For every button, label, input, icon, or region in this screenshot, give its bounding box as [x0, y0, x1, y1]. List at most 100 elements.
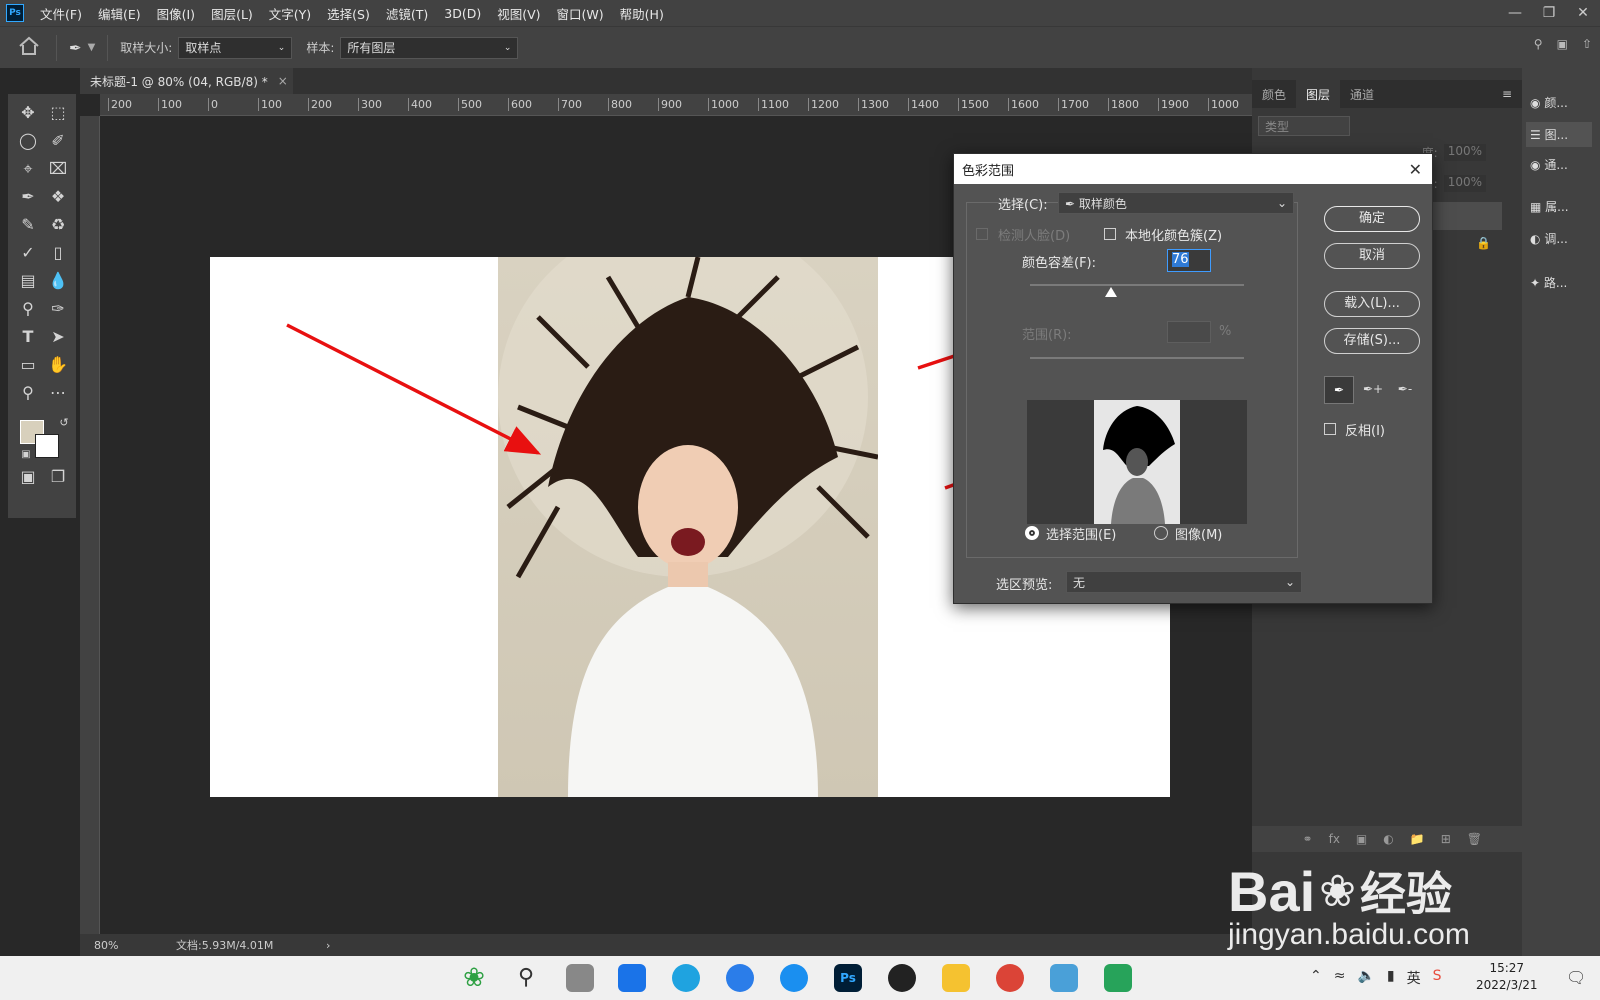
ime-indicator[interactable]: 英	[1407, 968, 1421, 988]
clock-date[interactable]: 2022/3/21	[1476, 977, 1538, 994]
ok-button[interactable]: 确定	[1324, 206, 1420, 232]
file-explorer-icon[interactable]	[942, 964, 970, 992]
eyedropper-sample-icon[interactable]: ✒	[1324, 376, 1354, 404]
eyedropper-subtract-icon[interactable]: ✒-	[1390, 376, 1420, 404]
preview-label: 选区预览:	[996, 578, 1053, 593]
palette-icon: ◉	[1530, 96, 1541, 110]
start-icon[interactable]: ❀	[460, 964, 488, 992]
search-icon[interactable]: ⚲	[512, 964, 540, 992]
properties-icon: ▦	[1530, 200, 1542, 214]
fx-icon[interactable]: fx	[1329, 832, 1340, 846]
fuzziness-slider-track[interactable]	[1030, 284, 1244, 286]
layers-icon: ☰	[1530, 128, 1541, 142]
localized-clusters-label: 本地化颜色簇(Z)	[1125, 229, 1223, 244]
edge-icon[interactable]	[672, 964, 700, 992]
panel-menu-icon[interactable]: ≡	[1502, 87, 1512, 101]
fuzziness-slider-thumb[interactable]	[1105, 287, 1118, 297]
range-slider-track	[1030, 357, 1244, 359]
fill-value[interactable]: 100%	[1443, 175, 1486, 192]
volume-icon[interactable]: 🔈	[1357, 968, 1374, 988]
tab-layers[interactable]: 图层	[1296, 79, 1341, 109]
fuzziness-input[interactable]: 76	[1167, 249, 1211, 272]
selection-radio[interactable]	[1025, 526, 1039, 540]
tab-channels[interactable]: 通道	[1340, 86, 1384, 103]
detect-faces-checkbox[interactable]	[976, 228, 988, 240]
load-button[interactable]: 载入(L)...	[1324, 291, 1420, 317]
adjustment-icon[interactable]: ◐	[1383, 832, 1393, 846]
mail-icon[interactable]	[1104, 964, 1132, 992]
wifi-icon[interactable]: ≈	[1334, 968, 1346, 988]
zoom-level[interactable]: 80%	[94, 939, 164, 952]
select-dropdown[interactable]: ✒ 取样颜色 ⌄	[1058, 192, 1294, 214]
arrow-to-hair	[286, 323, 542, 455]
side-item-layers[interactable]: ☰ 图...	[1526, 122, 1592, 147]
fuzziness-label: 颜色容差(F):	[1022, 256, 1097, 271]
collapsed-panels: ◉ 颜... ☰ 图... ◉ 通... ▦ 属... ◐ 调... ✦ 路..…	[1522, 68, 1600, 956]
side-item-adjustments[interactable]: ◐ 调...	[1530, 230, 1568, 247]
watermark-url: jingyan.baidu.com	[1228, 918, 1470, 951]
watermark-brand-cn: 经验	[1360, 868, 1453, 920]
layer-filter-select[interactable]: 类型	[1258, 116, 1350, 136]
mask-icon[interactable]: ▣	[1356, 832, 1367, 846]
notification-icon[interactable]: 🗨	[1566, 968, 1586, 987]
lock-icon: 🔒	[1476, 236, 1491, 250]
paw-icon: ❀	[1319, 866, 1357, 916]
battery-icon[interactable]: ▮	[1387, 968, 1395, 988]
channels-icon: ◉	[1530, 158, 1541, 172]
notepad-icon[interactable]	[1050, 964, 1078, 992]
eyedropper-add-icon[interactable]: ✒+	[1358, 376, 1388, 404]
tray-chevron-icon[interactable]: ⌃	[1310, 968, 1322, 988]
cancel-button[interactable]: 取消	[1324, 243, 1420, 269]
eyedropper-icon: ✒	[1065, 196, 1076, 211]
range-label: 范围(R):	[1022, 328, 1072, 343]
fuzziness-value: 76	[1172, 252, 1189, 267]
dialog-titlebar: 色彩范围 ✕	[954, 154, 1432, 184]
clock-time[interactable]: 15:27	[1476, 960, 1538, 977]
side-item-color[interactable]: ◉ 颜...	[1530, 94, 1568, 111]
adjustments-icon: ◐	[1530, 232, 1541, 246]
feishu-icon[interactable]	[726, 964, 754, 992]
doc-info: 文档:5.93M/4.01M	[176, 939, 274, 952]
detect-faces-label: 检测人脸(D)	[998, 229, 1071, 244]
widgets-icon[interactable]	[618, 964, 646, 992]
folder-icon[interactable]: 📁	[1410, 832, 1425, 846]
windows-taskbar: ❀ ⚲ Ps ⌃ ≈ 🔈 ▮ 英 S 15:27 2022/3/21 🗨	[0, 956, 1600, 1000]
link-layers-icon[interactable]: ⚭	[1303, 832, 1313, 846]
watermark-brand: Bai	[1228, 859, 1316, 923]
baidu-watermark: Bai ❀ 经验 jingyan.baidu.com	[1228, 858, 1470, 952]
dialog-title: 色彩范围	[962, 163, 1015, 179]
opacity-value[interactable]: 100%	[1443, 144, 1486, 161]
invert-checkbox[interactable]	[1324, 423, 1336, 435]
selection-radio-label: 选择范围(E)	[1046, 528, 1117, 543]
chevron-down-icon: ⌄	[1284, 575, 1295, 589]
localized-clusters-checkbox[interactable]	[1104, 228, 1116, 240]
invert-label: 反相(I)	[1345, 424, 1385, 439]
selection-preview	[1027, 400, 1247, 524]
chevron-down-icon: ⌄	[1276, 196, 1287, 210]
qq-icon[interactable]	[888, 964, 916, 992]
select-value: 取样颜色	[1078, 196, 1127, 211]
color-range-dialog: 色彩范围 ✕ 选择(C): ✒ 取样颜色 ⌄ 检测人脸(D) 本地化颜色簇(Z)…	[953, 153, 1433, 604]
trash-icon[interactable]: 🗑	[1467, 832, 1482, 846]
status-arrow-icon[interactable]: ›	[326, 939, 330, 952]
tab-color[interactable]: 颜色	[1252, 86, 1296, 103]
layer-filter-value: 类型	[1265, 119, 1290, 134]
paths-icon: ✦	[1530, 276, 1541, 290]
new-layer-icon[interactable]: ⊞	[1441, 832, 1451, 846]
save-button[interactable]: 存储(S)...	[1324, 328, 1420, 354]
side-item-channels[interactable]: ◉ 通...	[1530, 156, 1568, 173]
side-item-properties[interactable]: ▦ 属...	[1530, 198, 1569, 215]
status-bar: 80% 文档:5.93M/4.01M ›	[80, 934, 1252, 956]
browser-icon[interactable]	[780, 964, 808, 992]
sogou-icon[interactable]: S	[1433, 968, 1442, 988]
range-unit: %	[1219, 324, 1232, 339]
chrome-icon[interactable]	[996, 964, 1024, 992]
image-radio[interactable]	[1154, 526, 1168, 540]
dialog-close-icon[interactable]: ✕	[1409, 160, 1422, 179]
preview-select[interactable]: 无 ⌄	[1066, 571, 1302, 593]
side-item-paths[interactable]: ✦ 路...	[1530, 274, 1567, 291]
photoshop-taskbar-icon[interactable]: Ps	[834, 964, 862, 992]
task-view-icon[interactable]	[566, 964, 594, 992]
image-radio-label: 图像(M)	[1175, 528, 1223, 543]
layer-row[interactable]	[1432, 202, 1502, 230]
